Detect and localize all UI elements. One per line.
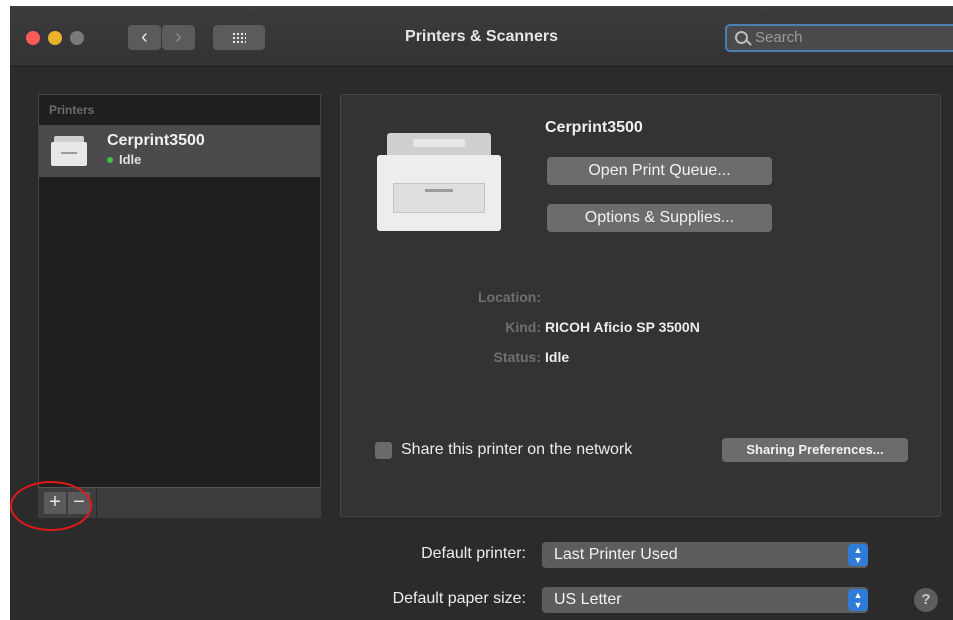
updown-arrows-icon: ▲ ▼ xyxy=(848,589,868,611)
printers-list-header: Printers xyxy=(49,103,95,117)
zoom-window-button[interactable] xyxy=(70,31,84,45)
chevron-right-icon: › xyxy=(175,26,182,48)
printer-list-item-status: Idle xyxy=(119,152,142,167)
close-window-button[interactable] xyxy=(26,31,40,45)
minimize-window-button[interactable] xyxy=(48,31,62,45)
default-paper-size-select[interactable]: US Letter ▲ ▼ xyxy=(542,587,868,613)
default-printer-label: Default printer: xyxy=(421,545,526,562)
title-bar: ‹ › Printers & Scanners Search xyxy=(10,6,953,67)
share-printer-checkbox[interactable] xyxy=(375,442,392,459)
options-supplies-button[interactable]: Options & Supplies... xyxy=(547,204,772,232)
back-button[interactable]: ‹ xyxy=(128,25,161,50)
share-printer-label[interactable]: Share this printer on the network xyxy=(401,441,632,459)
search-icon xyxy=(735,31,748,44)
open-print-queue-button[interactable]: Open Print Queue... xyxy=(547,157,772,185)
chevron-left-icon: ‹ xyxy=(141,26,148,48)
grid-icon xyxy=(232,32,246,43)
status-dot-icon xyxy=(107,157,113,163)
search-input[interactable]: Search xyxy=(725,24,953,52)
printer-details-panel: Cerprint3500 Open Print Queue... Options… xyxy=(340,94,941,517)
printer-icon xyxy=(51,136,87,166)
forward-button[interactable]: › xyxy=(162,25,195,50)
printer-list-item[interactable]: Cerprint3500 Idle xyxy=(39,125,320,177)
printer-image xyxy=(377,133,501,231)
printers-list: Printers Cerprint3500 Idle xyxy=(38,94,321,517)
printers-scanners-window: ‹ › Printers & Scanners Search Printers … xyxy=(10,6,953,620)
default-printer-value: Last Printer Used xyxy=(554,546,678,563)
default-paper-size-label: Default paper size: xyxy=(392,590,526,607)
status-value: Idle xyxy=(545,349,570,365)
annotation-circle xyxy=(10,481,92,531)
kind-label: Kind: xyxy=(505,319,541,335)
default-paper-size-value: US Letter xyxy=(554,591,622,608)
divider xyxy=(96,488,97,518)
location-label: Location: xyxy=(478,289,541,305)
default-printer-select[interactable]: Last Printer Used ▲ ▼ xyxy=(542,542,868,568)
show-all-button[interactable] xyxy=(213,25,265,50)
printer-list-item-name: Cerprint3500 xyxy=(107,132,205,149)
kind-value: RICOH Aficio SP 3500N xyxy=(545,319,700,335)
search-placeholder: Search xyxy=(755,29,803,46)
help-button[interactable]: ? xyxy=(914,588,938,612)
status-label: Status: xyxy=(493,349,541,365)
printer-title: Cerprint3500 xyxy=(545,119,643,136)
updown-arrows-icon: ▲ ▼ xyxy=(848,544,868,566)
sharing-preferences-button[interactable]: Sharing Preferences... xyxy=(722,438,908,462)
